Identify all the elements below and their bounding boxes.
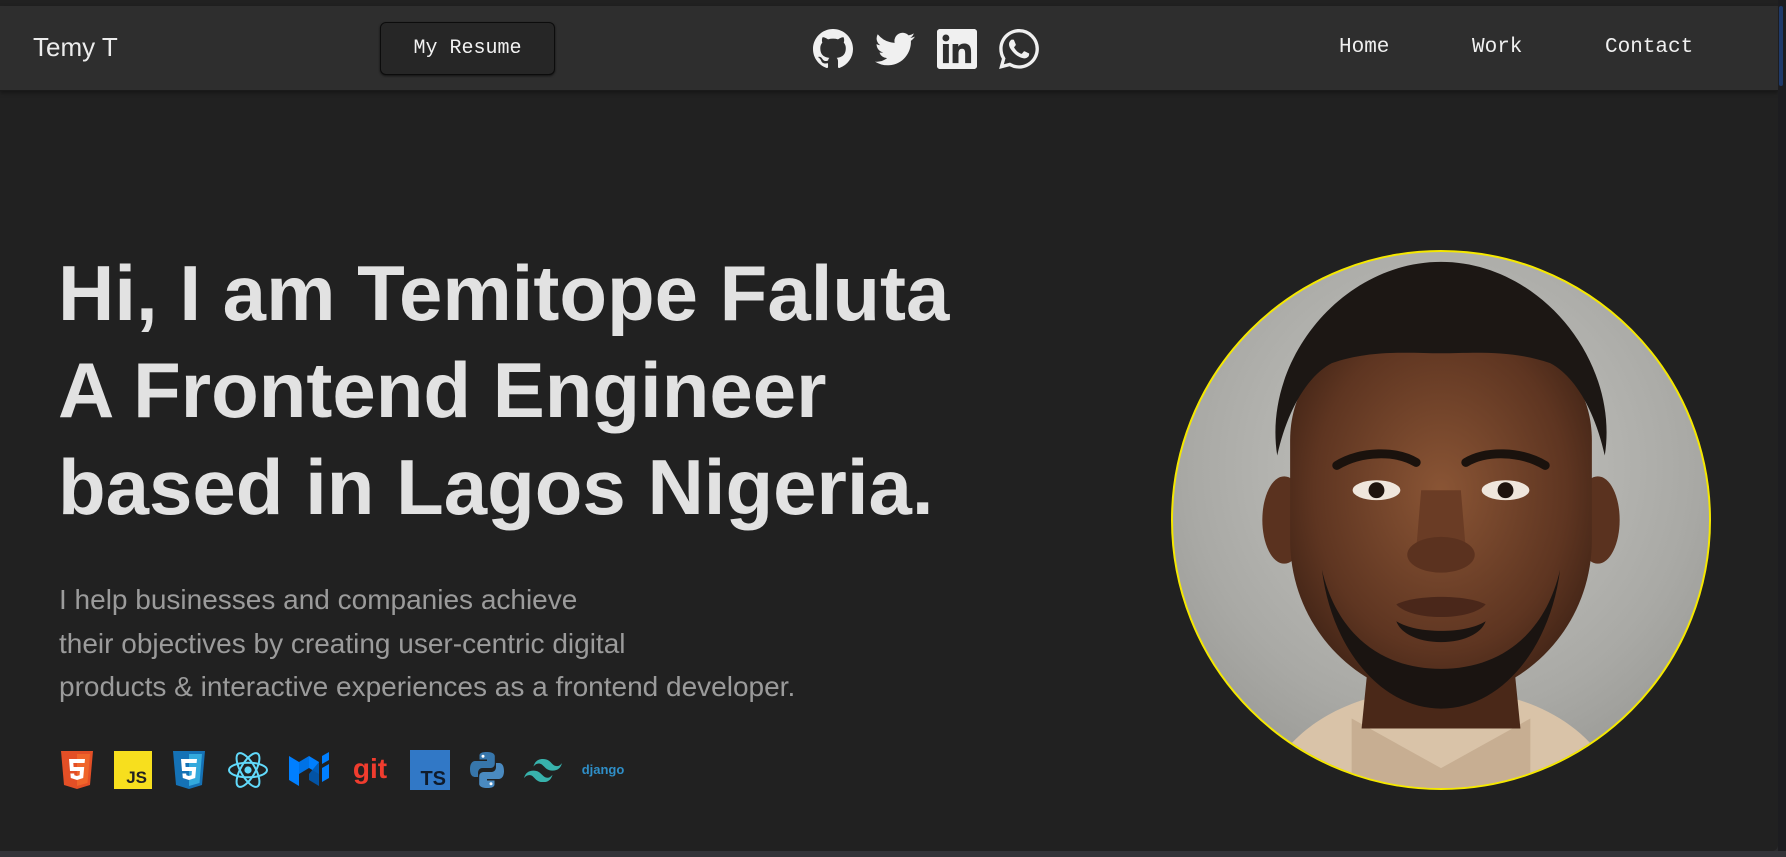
react-icon [226,748,270,792]
svg-text:TS: TS [420,768,446,790]
hero-title-line: based in Lagos Nigeria. [58,443,934,531]
profile-photo [1171,250,1711,790]
mui-icon [288,748,330,792]
scrollbar[interactable] [1778,0,1786,857]
svg-text:django: django [582,762,625,777]
hero-description: I help businesses and companies achieve … [59,578,959,709]
hero-description-line: products & interactive experiences as a … [59,671,796,702]
navbar: Temy T My Resume Home Work Contact [0,6,1778,91]
github-icon[interactable] [812,29,853,69]
html5-icon [58,748,96,792]
hero-description-line: I help businesses and companies achieve [59,584,578,615]
typescript-icon: TS [410,748,450,792]
nav-home-link[interactable]: Home [1339,36,1389,59]
svg-text:git: git [353,753,387,784]
brand-logo[interactable]: Temy T [33,32,118,63]
tech-stack-icons: JS git TS django [58,747,644,793]
hero-title-line: A Frontend Engineer [58,346,827,434]
hero-title-line: Hi, I am Temitope Faluta [58,249,950,337]
whatsapp-icon[interactable] [998,29,1039,69]
profile-photo-illustration [1262,261,1620,788]
git-icon: git [348,748,392,792]
scrollbar-thumb[interactable] [1779,6,1783,86]
twitter-icon[interactable] [874,29,915,69]
hero-title: Hi, I am Temitope Faluta A Frontend Engi… [58,245,978,536]
nav-work-link[interactable]: Work [1472,36,1522,59]
social-links [812,29,1039,69]
nav-contact-link[interactable]: Contact [1605,36,1693,59]
my-resume-button[interactable]: My Resume [380,22,555,75]
django-icon: django [580,748,626,792]
svg-text:JS: JS [126,768,147,787]
javascript-icon: JS [114,748,152,792]
python-icon [468,748,506,792]
hero-description-line: their objectives by creating user-centri… [59,627,626,659]
window-bottom-edge [0,851,1786,857]
css3-icon [170,748,208,792]
tailwind-icon [524,748,562,792]
page-frame: Temy T My Resume Home Work Contact Hi, I… [0,0,1778,851]
linkedin-icon[interactable] [936,29,977,69]
